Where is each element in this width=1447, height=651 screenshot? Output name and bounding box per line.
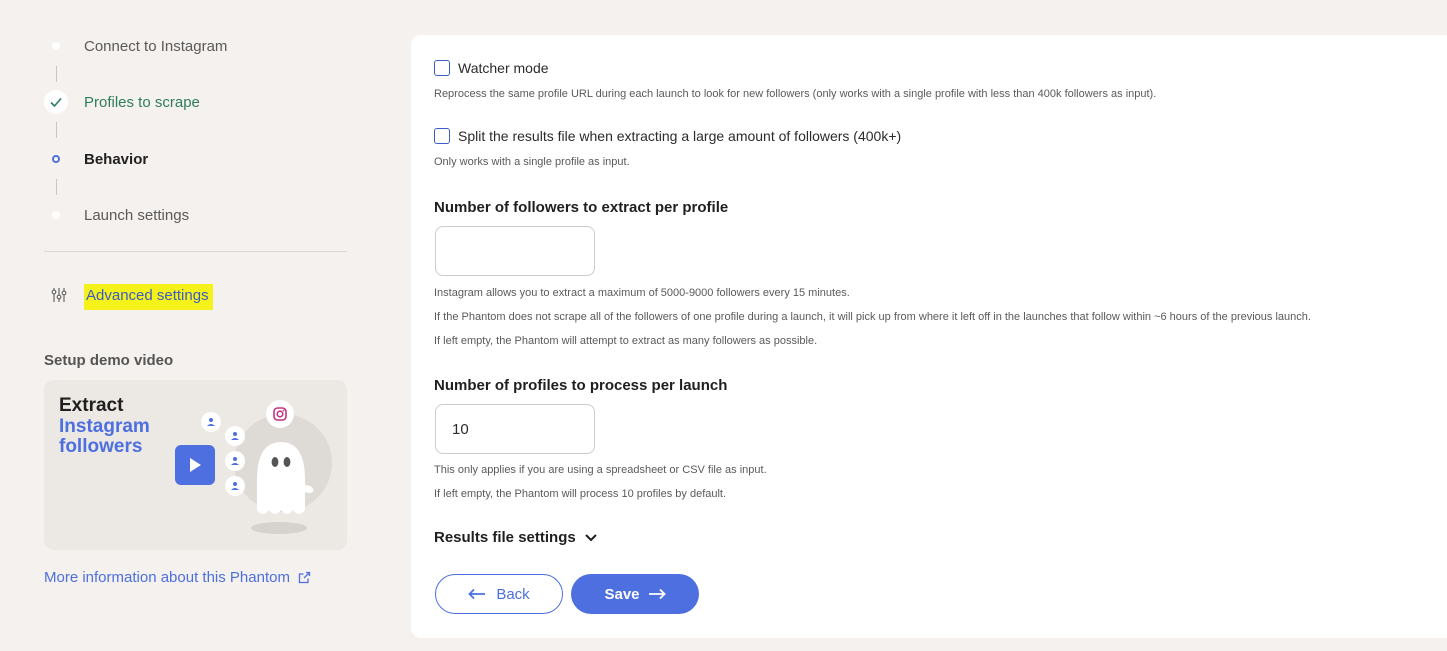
back-button-label: Back bbox=[496, 585, 530, 603]
sliders-icon bbox=[50, 286, 68, 309]
results-file-settings-label: Results file settings bbox=[434, 529, 576, 546]
play-button[interactable] bbox=[175, 445, 215, 485]
step-behavior[interactable]: Behavior bbox=[44, 146, 148, 172]
sidebar: Connect to Instagram Profiles to scrape … bbox=[0, 0, 400, 651]
back-button[interactable]: Back bbox=[435, 574, 563, 614]
step-profiles-to-scrape[interactable]: Profiles to scrape bbox=[44, 89, 200, 115]
step-current-icon bbox=[44, 147, 68, 171]
demo-card-title: Extract bbox=[59, 395, 124, 416]
user-icon bbox=[225, 426, 245, 446]
step-pending-icon bbox=[44, 203, 68, 227]
watcher-mode-option[interactable]: Watcher mode bbox=[434, 60, 549, 76]
advanced-settings-link[interactable]: Advanced settings bbox=[50, 284, 213, 310]
watcher-mode-checkbox[interactable] bbox=[434, 60, 450, 76]
profiles-per-launch-input[interactable]: 10 bbox=[435, 404, 595, 454]
followers-per-profile-input[interactable] bbox=[435, 226, 595, 276]
split-results-checkbox[interactable] bbox=[434, 128, 450, 144]
watcher-mode-label[interactable]: Watcher mode bbox=[458, 60, 549, 76]
play-icon bbox=[190, 458, 201, 472]
demo-card-subtitle: Instagram followers bbox=[59, 416, 150, 457]
step-label: Profiles to scrape bbox=[84, 93, 200, 111]
step-label: Behavior bbox=[84, 150, 149, 168]
save-button-label: Save bbox=[604, 585, 640, 603]
step-pending-icon bbox=[44, 34, 68, 58]
behavior-form-panel: Watcher mode Reprocess the same profile … bbox=[411, 35, 1447, 638]
user-icon bbox=[225, 451, 245, 471]
results-file-settings-toggle[interactable]: Results file settings bbox=[434, 529, 598, 546]
step-connector bbox=[56, 179, 57, 195]
sidebar-divider bbox=[44, 251, 347, 252]
step-connector bbox=[56, 122, 57, 138]
watcher-mode-help: Reprocess the same profile URL during ea… bbox=[434, 88, 1157, 100]
split-results-label[interactable]: Split the results file when extracting a… bbox=[458, 128, 901, 144]
arrow-left-icon bbox=[468, 588, 486, 600]
followers-help-resume: If the Phantom does not scrape all of th… bbox=[434, 311, 1311, 323]
step-connect-to-instagram[interactable]: Connect to Instagram bbox=[44, 33, 227, 59]
split-results-option[interactable]: Split the results file when extracting a… bbox=[434, 128, 901, 144]
advanced-settings-label: Advanced settings bbox=[84, 284, 213, 310]
demo-video-card[interactable]: Extract Instagram followers bbox=[44, 380, 347, 550]
followers-per-profile-title: Number of followers to extract per profi… bbox=[434, 199, 729, 216]
step-label: Connect to Instagram bbox=[84, 37, 228, 55]
instagram-icon bbox=[266, 400, 294, 428]
step-label: Launch settings bbox=[84, 206, 190, 224]
external-link-icon bbox=[298, 571, 311, 584]
step-connector bbox=[56, 66, 57, 82]
demo-video-title: Setup demo video bbox=[44, 352, 174, 369]
followers-help-empty: If left empty, the Phantom will attempt … bbox=[434, 335, 818, 347]
chevron-down-icon bbox=[584, 533, 597, 541]
step-launch-settings[interactable]: Launch settings bbox=[44, 202, 189, 228]
more-information-label: More information about this Phantom bbox=[44, 569, 290, 586]
profiles-help-default: If left empty, the Phantom will process … bbox=[434, 488, 727, 500]
split-results-help: Only works with a single profile as inpu… bbox=[434, 156, 630, 168]
save-button[interactable]: Save bbox=[571, 574, 699, 614]
profiles-help-source: This only applies if you are using a spr… bbox=[434, 464, 767, 476]
arrow-right-icon bbox=[648, 588, 666, 600]
more-information-link[interactable]: More information about this Phantom bbox=[44, 569, 311, 586]
followers-help-limit: Instagram allows you to extract a maximu… bbox=[434, 287, 850, 299]
profiles-per-launch-title: Number of profiles to process per launch bbox=[434, 377, 728, 394]
check-icon bbox=[44, 90, 68, 114]
ghost-mascot-icon bbox=[249, 440, 319, 540]
user-icon bbox=[201, 412, 221, 432]
user-icon bbox=[225, 476, 245, 496]
